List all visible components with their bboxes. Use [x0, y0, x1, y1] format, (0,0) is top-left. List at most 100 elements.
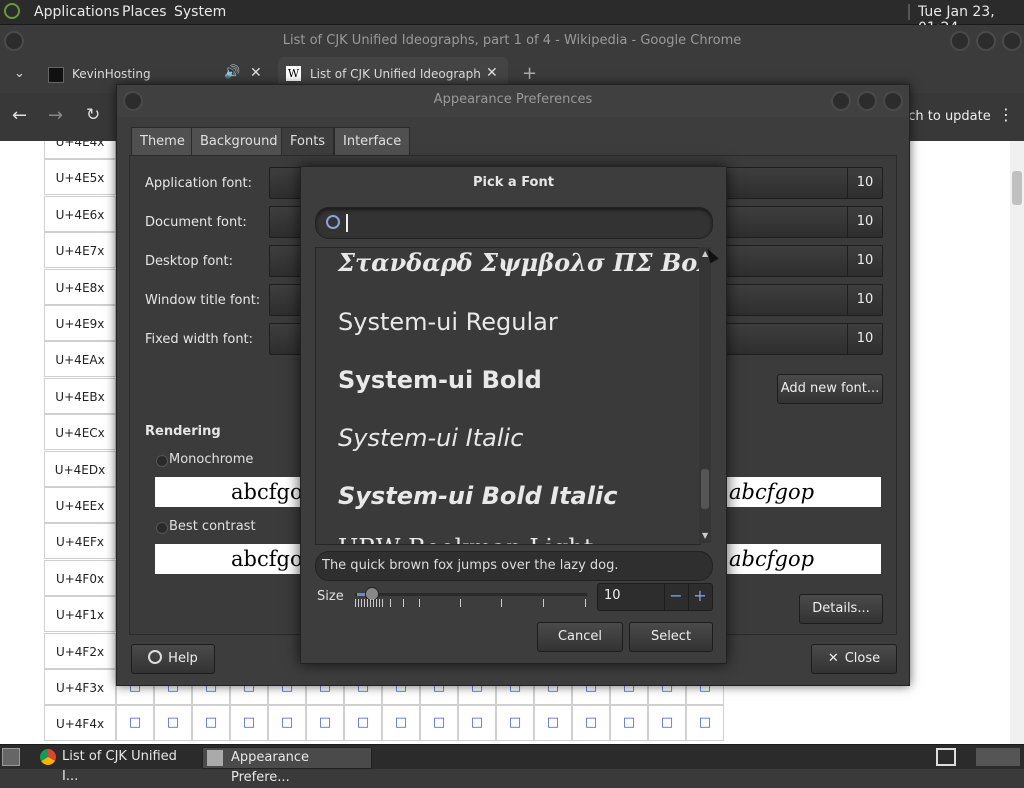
glyph-cell[interactable]: □ — [268, 705, 306, 742]
font-size: 10 — [847, 324, 882, 354]
taskbar-item-chrome[interactable]: List of CJK Unified I... — [36, 747, 196, 784]
forward-arrow-icon[interactable]: → — [48, 105, 63, 126]
table-row-label: U+4F2x — [44, 632, 116, 669]
font-list-item[interactable]: System-ui Regular — [338, 308, 558, 336]
size-value: 10 — [604, 588, 621, 603]
monochrome-label[interactable]: Monochrome — [169, 452, 253, 467]
glyph-cell[interactable]: □ — [230, 705, 268, 742]
help-button[interactable]: Help — [131, 644, 215, 674]
glyph-cell[interactable]: □ — [306, 705, 344, 742]
glyph-cell[interactable]: □ — [382, 705, 420, 742]
table-row-label: U+4E6x — [44, 195, 116, 232]
reload-icon[interactable]: ↻ — [86, 105, 100, 125]
scroll-down-arrow-icon[interactable]: ▼ — [702, 531, 708, 540]
glyph-cell[interactable]: □ — [420, 705, 458, 742]
tab-theme[interactable]: Theme — [131, 127, 194, 157]
appearance-icon — [207, 750, 223, 766]
taskbar-label: List of CJK Unified I... — [62, 749, 177, 784]
dialog-title: Appearance Preferences — [433, 92, 593, 107]
glyph-cell[interactable]: □ — [154, 705, 192, 742]
appearance-titlebar: Appearance Preferences — [117, 85, 909, 117]
size-slider[interactable] — [355, 585, 587, 609]
preview-sample-right: abcfgop — [729, 547, 815, 571]
glyph-cell[interactable]: □ — [116, 705, 154, 742]
slider-tick — [376, 599, 377, 607]
speaker-icon[interactable]: 🔊 — [224, 65, 240, 80]
table-row-label: U+4F3x — [44, 669, 116, 705]
close-window-icon[interactable] — [1002, 31, 1022, 51]
pick-a-font-dialog: Pick a Font Στανδαρδ Σψμβολσ ΠΣ Βολ... S… — [300, 166, 727, 664]
slider-tick — [543, 599, 544, 607]
relaunch-to-update-button[interactable]: nch to update — [900, 109, 991, 124]
close-tab-icon[interactable]: ✕ — [486, 65, 498, 81]
font-list-item[interactable]: System-ui Bold — [338, 366, 542, 394]
add-new-font-button[interactable]: Add new font... — [777, 374, 883, 404]
glyph-cell[interactable]: □ — [534, 705, 572, 742]
glyph-cell[interactable]: □ — [458, 705, 496, 742]
cancel-button[interactable]: Cancel — [537, 622, 623, 652]
glyph-cell[interactable]: □ — [496, 705, 534, 742]
details-button[interactable]: Details... — [799, 594, 883, 624]
best-contrast-label[interactable]: Best contrast — [169, 519, 256, 534]
chrome-menu-kebab-icon[interactable]: ⋮ — [998, 105, 1014, 124]
table-row-label: U+4E8x — [44, 268, 116, 305]
show-desktop-icon[interactable] — [2, 748, 20, 766]
glyph-cell[interactable]: □ — [686, 705, 724, 742]
window-menu-icon[interactable] — [123, 91, 143, 111]
font-list[interactable]: Στανδαρδ Σψμβολσ ΠΣ Βολ... System-ui Reg… — [315, 247, 701, 545]
menu-applications[interactable]: Applications — [34, 4, 120, 20]
workspace-switcher-icon[interactable] — [976, 748, 1020, 766]
menu-system[interactable]: System — [174, 4, 226, 20]
picker-title: Pick a Font — [473, 175, 554, 190]
close-window-icon[interactable] — [883, 91, 903, 111]
desktop-font-label: Desktop font: — [145, 254, 233, 269]
close-button[interactable]: ✕ Close — [811, 644, 897, 674]
font-list-item[interactable]: URW Bookman Light — [338, 534, 593, 544]
slider-tick — [390, 599, 391, 607]
minimize-icon[interactable] — [950, 31, 970, 51]
font-list-item[interactable]: System-ui Bold Italic — [338, 482, 617, 510]
slider-tick — [358, 599, 359, 607]
new-tab-plus-icon[interactable]: + — [522, 63, 537, 84]
slider-tick — [361, 599, 362, 607]
table-row-label: U+4EFx — [44, 523, 116, 560]
workspace-switcher-icon[interactable] — [936, 748, 956, 766]
slider-tick — [403, 599, 404, 607]
best-contrast-radio[interactable] — [156, 522, 168, 534]
table-row-label: U+4E5x — [44, 159, 116, 196]
maximize-icon[interactable] — [857, 91, 877, 111]
font-list-scrollbar[interactable]: ▲ ▼ — [699, 247, 711, 543]
glyph-cell[interactable]: □ — [344, 705, 382, 742]
font-size: 10 — [847, 285, 882, 315]
menu-places[interactable]: Places — [122, 4, 167, 20]
maximize-icon[interactable] — [976, 31, 996, 51]
divider — [908, 4, 910, 20]
tab-interface[interactable]: Interface — [334, 127, 411, 157]
scrollbar-thumb[interactable] — [1012, 171, 1022, 205]
tab-fonts[interactable]: Fonts — [281, 127, 335, 157]
tab-background[interactable]: Background — [191, 127, 287, 157]
font-preview-field[interactable]: The quick brown fox jumps over the lazy … — [315, 551, 713, 581]
glyph-cell[interactable]: □ — [192, 705, 230, 742]
monochrome-radio[interactable] — [156, 455, 168, 467]
page-scrollbar[interactable] — [1010, 141, 1024, 744]
decrease-minus-icon[interactable]: − — [664, 584, 687, 610]
close-tab-icon[interactable]: ✕ — [250, 65, 262, 81]
minimize-icon[interactable] — [831, 91, 851, 111]
glyph-cell[interactable]: □ — [572, 705, 610, 742]
slider-tick — [419, 599, 420, 607]
taskbar-item-appearance[interactable]: Appearance Prefere... — [202, 747, 372, 785]
chrome-icon — [40, 749, 56, 765]
increase-plus-icon[interactable]: + — [688, 584, 711, 610]
scrollbar-thumb[interactable] — [701, 469, 709, 509]
glyph-cell[interactable]: □ — [610, 705, 648, 742]
glyph-cell[interactable]: □ — [648, 705, 686, 742]
distro-logo-icon[interactable] — [4, 3, 20, 19]
size-spinbutton[interactable]: 10 − + — [597, 583, 713, 611]
tab-search-chevron-down-icon[interactable]: ⌄ — [14, 66, 25, 81]
font-list-item[interactable]: System-ui Italic — [338, 424, 523, 452]
font-list-item[interactable]: Στανδαρδ Σψμβολσ ΠΣ Βολ... — [338, 248, 700, 277]
font-search-input[interactable] — [315, 207, 713, 239]
select-button[interactable]: Select — [629, 622, 713, 652]
back-arrow-icon[interactable]: ← — [12, 105, 27, 126]
